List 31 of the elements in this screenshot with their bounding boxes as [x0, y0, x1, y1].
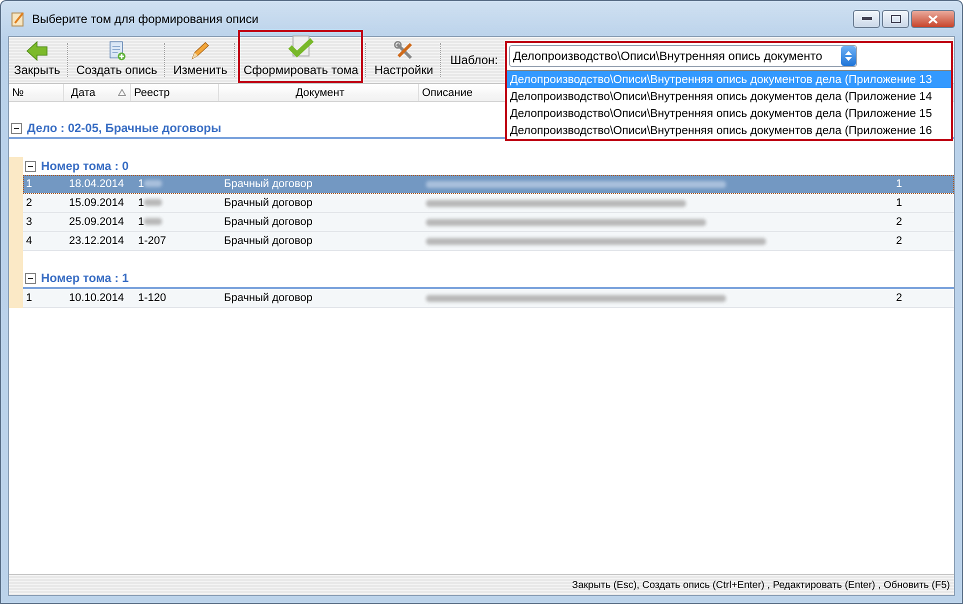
window-title: Выберите том для формирования описи — [32, 12, 260, 26]
table-cell: 1 — [138, 197, 162, 209]
table-cell: 1 — [896, 178, 902, 190]
template-label: Шаблон: — [450, 53, 498, 67]
table-cell: 25.09.2014 — [68, 216, 124, 228]
table-cell: 2 — [896, 216, 902, 228]
table-cell: 1 — [138, 216, 162, 228]
status-bar-text: Закрыть (Esc), Создать опись (Ctrl+Enter) , Редактировать (Enter) , Обновить (F5) — [572, 580, 950, 590]
group-header: Дело : 02-05, Брачные договоры — [27, 121, 222, 135]
table-cell: 18.04.2014 — [68, 178, 124, 190]
table-cell: 23.12.2014 — [68, 235, 124, 247]
table-cell: 2 — [896, 235, 902, 247]
volume-group-header: Номер тома : 0 — [41, 159, 129, 173]
table-cell: 2 — [896, 292, 902, 304]
table-cell: 1 — [26, 292, 32, 304]
table-cell: Брачный договор — [224, 292, 313, 304]
table-cell: 1-120 — [138, 292, 166, 304]
table-cell: Брачный договор — [224, 197, 313, 209]
table-cell: 1 — [896, 197, 902, 209]
table-cell: 1 — [26, 178, 32, 190]
table-cell: 10.10.2014 — [68, 292, 124, 304]
table-cell: Брачный договор — [224, 178, 313, 190]
table-cell: 1 — [138, 178, 162, 190]
volume-group-header: Номер тома : 1 — [41, 271, 129, 285]
table-cell: Брачный договор — [224, 235, 313, 247]
table-cell: 3 — [26, 216, 32, 228]
table-cell: 2 — [26, 197, 32, 209]
table-cell: 1-207 — [138, 235, 166, 247]
table-cell: Брачный договор — [224, 216, 313, 228]
table-cell: 4 — [26, 235, 32, 247]
table-cell: 15.09.2014 — [68, 197, 124, 209]
